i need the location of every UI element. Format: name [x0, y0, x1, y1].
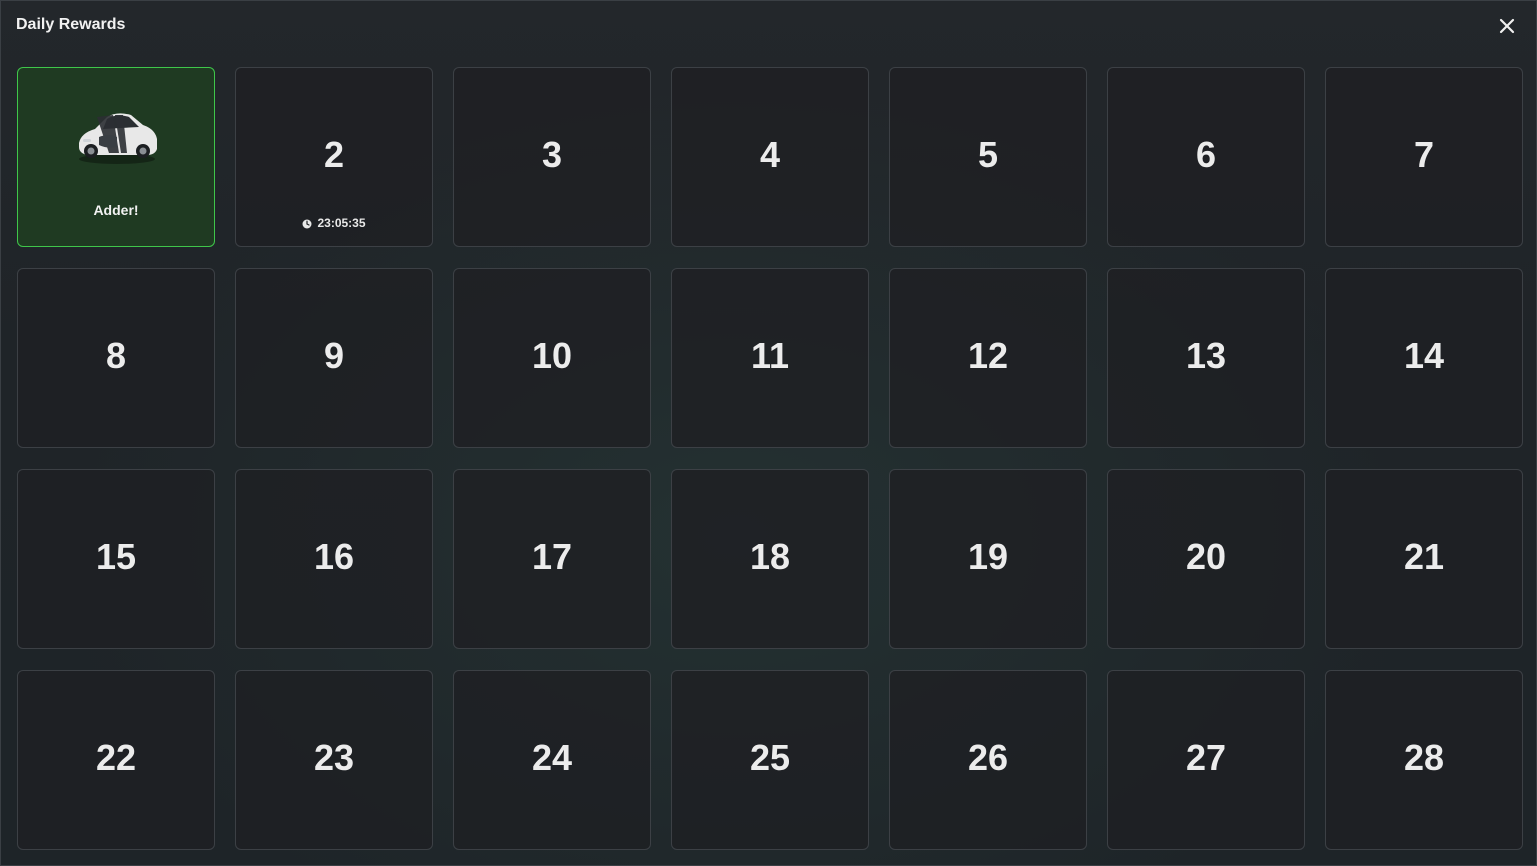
reward-day-4[interactable]: 4 [671, 67, 869, 247]
day-number: 22 [95, 737, 137, 778]
reward-day-6[interactable]: 6 [1107, 67, 1305, 247]
day-number: 20 [1185, 536, 1227, 577]
reward-label: Adder! [93, 202, 139, 218]
title-bar: Daily Rewards [1, 1, 1536, 51]
day-number: 7 [1413, 134, 1435, 175]
reward-day-25[interactable]: 25 [671, 670, 869, 850]
reward-day-23[interactable]: 23 [235, 670, 433, 850]
timer-text: 23:05:35 [317, 216, 366, 230]
day-number: 25 [749, 737, 791, 778]
day-number: 15 [95, 536, 137, 577]
reward-day-16[interactable]: 16 [235, 469, 433, 649]
reward-day-17[interactable]: 17 [453, 469, 651, 649]
reward-day-3[interactable]: 3 [453, 67, 651, 247]
reward-day-22[interactable]: 22 [17, 670, 215, 850]
reward-day-26[interactable]: 26 [889, 670, 1087, 850]
day-number: 6 [1195, 134, 1217, 175]
day-number: 24 [531, 737, 573, 778]
reward-day-13[interactable]: 13 [1107, 268, 1305, 448]
reward-day-24[interactable]: 24 [453, 670, 651, 850]
day-number: 23 [313, 737, 355, 778]
close-icon[interactable] [1496, 15, 1518, 37]
day-number: 12 [967, 335, 1009, 376]
countdown-timer: 23:05:35 [236, 216, 432, 230]
reward-day-28[interactable]: 28 [1325, 670, 1523, 850]
reward-day-1[interactable]: Adder! [17, 67, 215, 247]
reward-day-8[interactable]: 8 [17, 268, 215, 448]
day-number: 9 [323, 335, 345, 376]
rewards-grid: Adder! 2 23:05:35 3 4 5 6 7 8 9 10 11 12 [17, 67, 1523, 850]
day-number: 14 [1403, 335, 1445, 376]
day-number: 26 [967, 737, 1009, 778]
day-number: 13 [1185, 335, 1227, 376]
reward-day-10[interactable]: 10 [453, 268, 651, 448]
reward-day-18[interactable]: 18 [671, 469, 869, 649]
day-number: 8 [105, 335, 127, 376]
reward-day-27[interactable]: 27 [1107, 670, 1305, 850]
day-number: 21 [1403, 536, 1445, 577]
reward-day-9[interactable]: 9 [235, 268, 433, 448]
reward-day-5[interactable]: 5 [889, 67, 1087, 247]
day-number: 17 [531, 536, 573, 577]
window-title: Daily Rewards [16, 16, 126, 33]
day-number: 19 [967, 536, 1009, 577]
day-number: 3 [541, 134, 563, 175]
day-number: 10 [531, 335, 573, 376]
reward-day-12[interactable]: 12 [889, 268, 1087, 448]
day-number: 5 [977, 134, 999, 175]
day-number: 28 [1403, 737, 1445, 778]
reward-day-14[interactable]: 14 [1325, 268, 1523, 448]
clock-icon [302, 218, 312, 229]
reward-day-11[interactable]: 11 [671, 268, 869, 448]
day-number: 27 [1185, 737, 1227, 778]
reward-day-2[interactable]: 2 23:05:35 [235, 67, 433, 247]
day-number: 4 [759, 134, 781, 175]
reward-day-21[interactable]: 21 [1325, 469, 1523, 649]
day-number: 2 [323, 134, 345, 175]
reward-day-20[interactable]: 20 [1107, 469, 1305, 649]
day-number: 11 [750, 335, 790, 376]
reward-day-19[interactable]: 19 [889, 469, 1087, 649]
reward-day-7[interactable]: 7 [1325, 67, 1523, 247]
reward-day-15[interactable]: 15 [17, 469, 215, 649]
day-number: 16 [313, 536, 355, 577]
day-number: 18 [749, 536, 791, 577]
car-icon [73, 103, 161, 169]
daily-rewards-window: Daily Rewards Adder! 2 23:05:35 3 4 5 6 … [0, 0, 1537, 866]
